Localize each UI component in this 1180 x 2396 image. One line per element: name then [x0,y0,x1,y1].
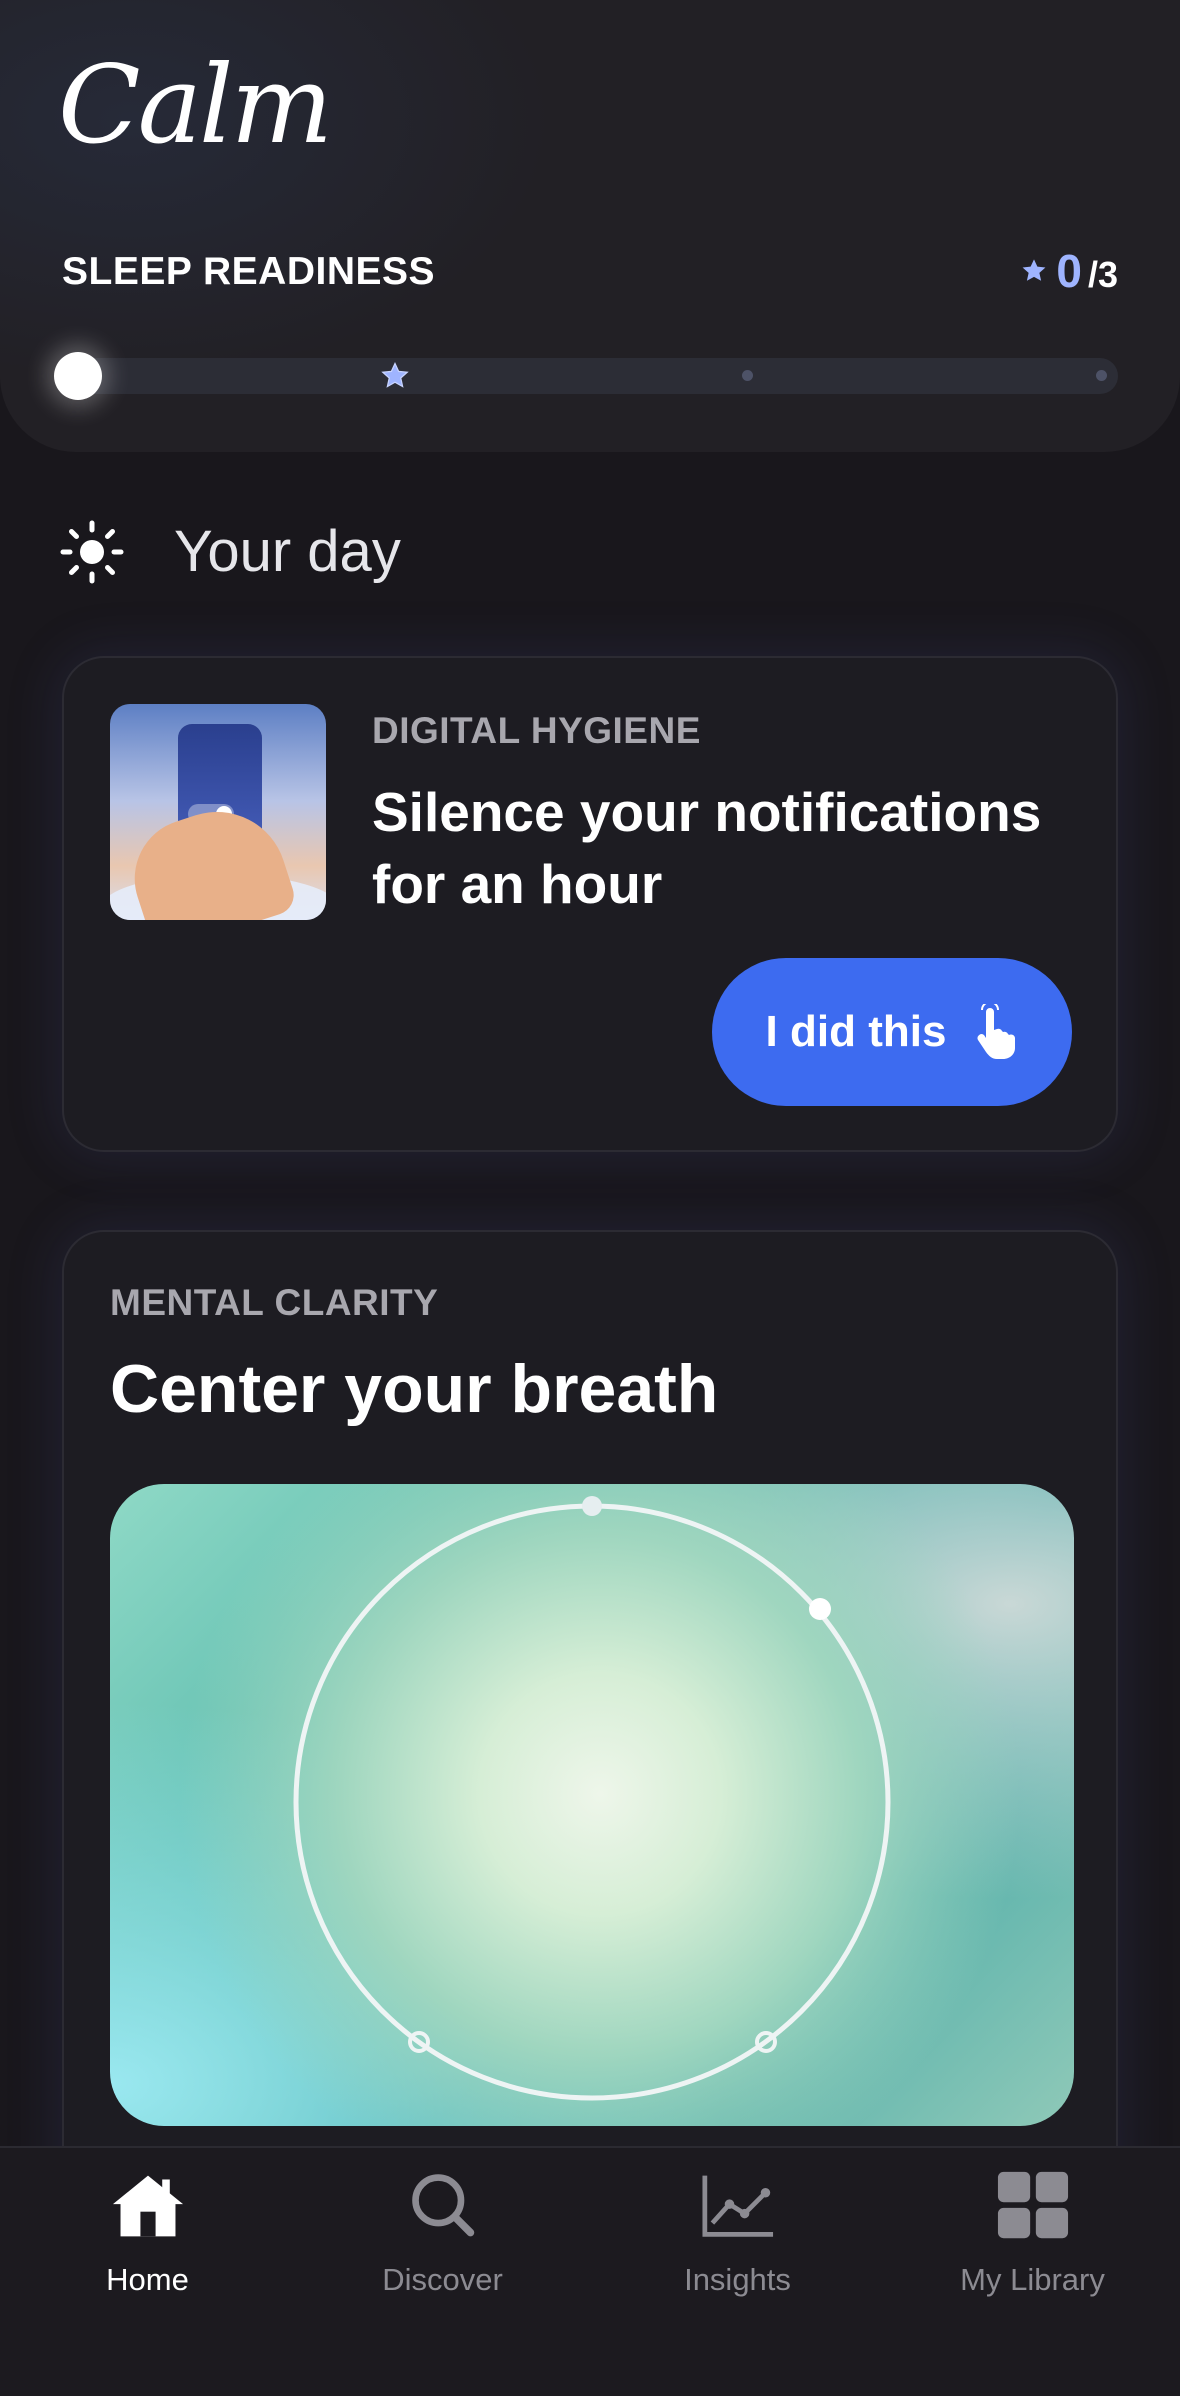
score-current: 0 [1056,245,1082,297]
nav-label: Home [106,2262,189,2297]
tap-hand-icon [977,1004,1016,1059]
milestone-dot [742,370,753,381]
calm-logo: Calm [58,43,333,168]
notification-illustration [110,704,326,920]
breath-ring [293,1496,891,2101]
nav-label: Insights [684,2262,791,2297]
grid-icon [997,2171,1068,2239]
breath-marker [809,1598,831,1620]
nav-item-home[interactable]: Home [0,2148,295,2298]
card-title: Center your breath [110,1351,719,1427]
readiness-score: 0 /3 [1020,244,1118,298]
nav-item-my-library[interactable]: My Library [885,2148,1180,2298]
milestone-star-icon [381,362,409,388]
score-max: /3 [1087,254,1118,295]
i-did-this-button[interactable]: I did this [712,958,1072,1106]
chart-icon [701,2175,773,2237]
sun-icon [60,520,124,583]
nav-label: Discover [382,2262,503,2297]
card-category: DIGITAL HYGIENE [372,710,701,751]
search-icon [411,2174,474,2237]
nav-label: My Library [960,2262,1105,2297]
home-icon [112,2175,183,2237]
star-icon [1022,259,1046,281]
task-card-digital-hygiene: DIGITAL HYGIENE Silence your notificatio… [62,656,1118,1152]
breath-marker [582,1496,602,1516]
readiness-progress-track [62,358,1118,394]
nav-item-insights[interactable]: Insights [590,2148,885,2298]
breathing-exercise-visual[interactable] [110,1484,1074,2126]
card-title: Silence your notifications for an hour [372,781,1042,915]
header: Calm SLEEP READINESS 0 /3 [0,0,1180,452]
your-day-heading: Your day [60,518,401,585]
readiness-progress-knob [54,352,102,400]
nav-item-discover[interactable]: Discover [295,2148,590,2298]
your-day-label: Your day [174,519,401,584]
card-category: MENTAL CLARITY [110,1282,439,1323]
bottom-navigation: Home Discover Insights My Library [0,2146,1180,2396]
sleep-readiness-title: SLEEP READINESS [62,250,436,293]
task-card-mental-clarity: MENTAL CLARITY Center your breath [62,1230,1118,2230]
milestone-dot [1096,370,1107,381]
button-label: I did this [765,1007,947,1056]
